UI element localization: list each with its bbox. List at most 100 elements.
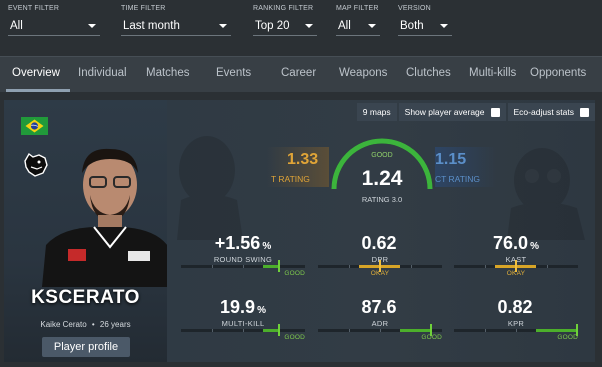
tab-bar: Overview Individual Matches Events Caree… — [0, 56, 602, 92]
event-filter-value: All — [10, 19, 23, 32]
stats-panel: 9 maps Show player average Eco-adjust st… — [167, 100, 595, 362]
eco-adjust-checkbox[interactable] — [580, 107, 589, 117]
metric-bar — [454, 324, 578, 336]
metric-round-swing: +1.56% ROUND SWING GOOD — [181, 233, 305, 289]
eco-adjust-toggle[interactable]: Eco-adjust stats — [507, 103, 595, 121]
tab-weapons[interactable]: Weapons — [339, 67, 387, 79]
player-stats-page: { "filters": [ {"label": "EVENT FILTER",… — [0, 0, 602, 367]
metric-number: 19.9 — [220, 297, 256, 317]
metric-quality: GOOD — [284, 270, 305, 277]
metric-quality: GOOD — [284, 334, 305, 341]
event-filter-label: EVENT FILTER — [8, 5, 60, 12]
metric-number: 76.0 — [493, 233, 529, 253]
time-filter-select[interactable]: Last month — [121, 16, 231, 36]
bar-tick — [349, 265, 350, 268]
chevron-down-icon — [368, 23, 376, 28]
tab-multi-kills[interactable]: Multi-kills — [469, 67, 516, 79]
metric-bar — [181, 260, 305, 272]
time-filter[interactable]: TIME FILTER Last month — [121, 5, 231, 36]
chevron-down-icon — [440, 23, 448, 28]
player-photo — [42, 148, 167, 287]
metric-quality: OKAY — [506, 270, 526, 277]
version-filter-value: Both — [400, 19, 424, 32]
player-details: Kaike Cerato • 26 years — [4, 320, 167, 329]
bar-tick — [212, 265, 213, 268]
metric-quality: OKAY — [370, 270, 390, 277]
bar-tick — [243, 265, 244, 268]
event-filter-select[interactable]: All — [8, 16, 100, 36]
time-filter-label: TIME FILTER — [121, 5, 166, 12]
chevron-down-icon — [219, 23, 227, 28]
rating-quality: GOOD — [371, 152, 393, 159]
metric-unit: % — [262, 241, 272, 252]
metric-kast: 76.0%KASTOKAY — [454, 233, 578, 289]
active-tab-indicator — [6, 89, 70, 92]
tab-career[interactable]: Career — [281, 67, 316, 79]
metric-label: KPR — [507, 319, 525, 328]
metric-bar — [181, 324, 305, 336]
metric-value: +1.56% — [181, 233, 305, 254]
metric-value: 0.82 — [454, 297, 578, 318]
metric-bar — [318, 324, 442, 336]
rating-label: RATING 3.0 — [361, 195, 403, 204]
metric-bar-fill — [263, 265, 278, 268]
metric-bar-fill — [536, 329, 576, 332]
bar-tick — [380, 329, 381, 332]
version-filter-select[interactable]: Both — [398, 16, 452, 36]
time-filter-value: Last month — [123, 19, 180, 32]
metric-value: 0.62 — [318, 233, 442, 254]
eco-adjust-label: Eco-adjust stats — [513, 107, 574, 117]
tab-matches[interactable]: Matches — [146, 67, 189, 79]
rating-value: 1.24 — [361, 167, 403, 190]
map-filter-select[interactable]: All — [336, 16, 380, 36]
bar-tick — [349, 329, 350, 332]
metric-unit: % — [530, 241, 539, 252]
player-age: 26 years — [99, 320, 131, 329]
metric-value: 87.6 — [318, 297, 442, 318]
stats-options-bar: 9 maps Show player average Eco-adjust st… — [356, 103, 595, 121]
map-filter-label: MAP FILTER — [336, 5, 379, 12]
player-card: KSCERATO Kaike Cerato • 26 years Player … — [4, 100, 167, 362]
metric-number: 0.62 — [361, 233, 397, 253]
metric-bar-fill — [263, 329, 278, 332]
separator-dot: • — [91, 320, 95, 329]
bar-tick — [516, 329, 517, 332]
metric-bar — [318, 260, 442, 272]
metric-value: 76.0% — [454, 233, 578, 254]
show-average-toggle[interactable]: Show player average — [398, 103, 506, 121]
metric-quality: GOOD — [557, 334, 578, 341]
chevron-down-icon — [305, 23, 313, 28]
show-average-checkbox[interactable] — [490, 107, 500, 117]
ranking-filter-select[interactable]: Top 20 — [253, 16, 317, 36]
version-filter[interactable]: VERSION Both — [398, 5, 452, 36]
tab-opponents[interactable]: Opponents — [530, 67, 586, 79]
bar-tick — [485, 265, 486, 268]
bar-tick — [411, 265, 412, 268]
bar-tick — [212, 329, 213, 332]
tab-clutches[interactable]: Clutches — [406, 67, 451, 79]
metric-bar-fill — [400, 329, 430, 332]
ranking-filter-value: Top 20 — [255, 19, 290, 32]
t-rating-value: 1.33 — [287, 151, 319, 168]
map-filter[interactable]: MAP FILTER All — [336, 5, 380, 36]
player-profile-button[interactable]: Player profile — [42, 337, 130, 357]
ranking-filter[interactable]: RANKING FILTER Top 20 — [253, 5, 317, 36]
tab-individual[interactable]: Individual — [78, 67, 127, 79]
event-filter[interactable]: EVENT FILTER All — [8, 5, 100, 36]
player-real-name: Kaike Cerato — [40, 320, 87, 329]
metric-value: 19.9% — [181, 297, 305, 318]
metric-number: +1.56 — [214, 233, 261, 253]
metric-adr: 87.6 ADR GOOD — [318, 297, 442, 353]
metric-number: 0.82 — [497, 297, 533, 317]
bar-tick — [547, 265, 548, 268]
maps-count: 9 maps — [356, 103, 397, 121]
metric-label: ROUND SWING — [213, 255, 273, 264]
tab-events[interactable]: Events — [216, 67, 251, 79]
tab-overview[interactable]: Overview — [12, 67, 60, 79]
map-filter-value: All — [338, 19, 351, 32]
t-rating-label: T RATING — [271, 174, 310, 184]
metric-label: MULTI-KILL — [221, 319, 265, 328]
show-average-label: Show player average — [404, 107, 485, 117]
metric-label: ADR — [371, 319, 389, 328]
bar-tick — [243, 329, 244, 332]
